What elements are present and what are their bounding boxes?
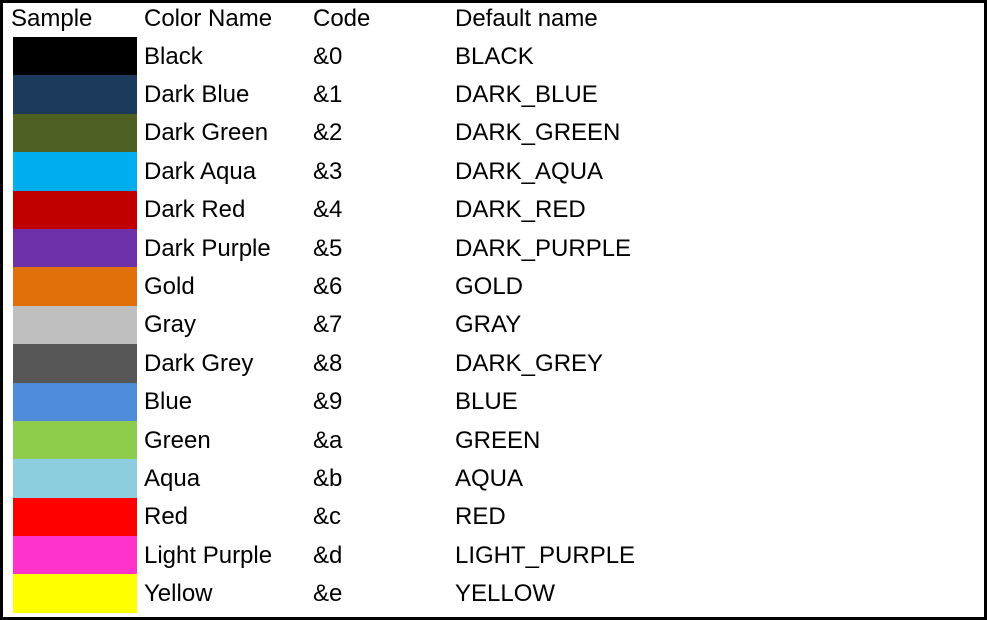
table-row: Dark Purple &5 DARK_PURPLE [3, 228, 984, 268]
color-sample-cell [3, 37, 139, 76]
table-row: Blue &9 BLUE [3, 382, 984, 421]
color-swatch [13, 382, 137, 421]
color-name-cell: Dark Grey [144, 349, 254, 377]
color-code-table: Sample Color Name Code Default name Blac… [3, 3, 984, 613]
column-header-default-name: Default name [455, 5, 598, 32]
color-code-cell: &5 [313, 234, 343, 262]
column-header-code: Code [313, 5, 371, 32]
default-name-cell: DARK_BLUE [455, 80, 598, 108]
default-name-cell: AQUA [455, 464, 524, 492]
default-name-cell: RED [455, 503, 506, 531]
color-swatch [13, 37, 137, 76]
table-body: Black &0 BLACK Dark Blue &1 DARK_BLUE Dark Gre… [3, 37, 984, 613]
color-sample-cell [3, 75, 139, 114]
color-sample-cell [3, 267, 139, 306]
color-sample-cell [3, 228, 139, 268]
color-swatch [13, 75, 137, 114]
color-code-cell: &e [313, 580, 343, 608]
color-name-cell: Dark Purple [144, 234, 271, 262]
table-header: Sample Color Name Code Default name [3, 3, 984, 37]
table-row: Yellow &e YELLOW [3, 574, 984, 613]
default-name-cell: DARK_GREEN [455, 119, 621, 147]
color-name-cell: Dark Blue [144, 80, 250, 108]
table-row: Gold &6 GOLD [3, 267, 984, 306]
color-swatch [13, 113, 137, 153]
color-swatch [13, 420, 137, 460]
table-row: Black &0 BLACK [3, 37, 984, 76]
default-name-cell: BLUE [455, 388, 518, 416]
color-sample-cell [3, 152, 139, 191]
color-swatch [13, 152, 137, 191]
color-name-cell: Red [144, 503, 189, 531]
default-name-cell: BLACK [455, 42, 534, 70]
color-sample-cell [3, 574, 139, 613]
color-sample-cell [3, 420, 139, 460]
color-code-cell: &d [313, 541, 343, 569]
color-code-cell: &c [313, 503, 342, 531]
color-sample-cell [3, 344, 139, 383]
table-row: Gray &7 GRAY [3, 305, 984, 345]
color-swatch [13, 305, 137, 345]
column-header-sample: Sample [11, 5, 93, 32]
color-code-cell: &7 [313, 311, 343, 339]
color-code-cell: &4 [313, 196, 343, 224]
table-header-row: Sample Color Name Code Default name [3, 3, 984, 37]
default-name-cell: DARK_GREY [455, 349, 604, 377]
table-row: Dark Blue &1 DARK_BLUE [3, 75, 984, 114]
color-sample-cell [3, 382, 139, 421]
column-header-color-name: Color Name [144, 5, 273, 32]
color-swatch [13, 228, 137, 268]
color-code-cell: &1 [313, 80, 343, 108]
color-name-cell: Light Purple [144, 541, 273, 569]
table-row: Light Purple &d LIGHT_PURPLE [3, 536, 984, 575]
color-name-cell: Dark Green [144, 119, 269, 147]
color-sample-cell [3, 305, 139, 345]
color-name-cell: Aqua [144, 464, 201, 492]
color-name-cell: Dark Aqua [144, 157, 257, 185]
color-sample-cell [3, 113, 139, 153]
default-name-cell: GOLD [455, 272, 524, 300]
default-name-cell: GRAY [455, 311, 522, 339]
default-name-cell: GREEN [455, 426, 541, 454]
color-code-cell: &9 [313, 388, 343, 416]
color-code-cell: &6 [313, 272, 343, 300]
color-name-cell: Gold [144, 272, 195, 300]
color-sample-cell [3, 459, 139, 498]
table-row: Dark Grey &8 DARK_GREY [3, 344, 984, 383]
color-swatch [13, 536, 137, 575]
color-code-cell: &2 [313, 119, 343, 147]
color-code-cell: &a [313, 426, 343, 454]
default-name-cell: DARK_AQUA [455, 157, 604, 185]
color-swatch [13, 497, 137, 537]
default-name-cell: LIGHT_PURPLE [455, 541, 636, 569]
color-code-cell: &8 [313, 349, 343, 377]
color-name-cell: Dark Red [144, 196, 246, 224]
color-swatch [13, 190, 137, 229]
table-row: Dark Green &2 DARK_GREEN [3, 113, 984, 153]
table-row: Red &c RED [3, 497, 984, 537]
color-name-cell: Blue [144, 388, 193, 416]
color-code-cell: &3 [313, 157, 343, 185]
color-name-cell: Yellow [144, 580, 213, 608]
color-swatch [13, 267, 137, 306]
color-reference-page: Sample Color Name Code Default name Blac… [0, 0, 987, 620]
table-row: Green &a GREEN [3, 420, 984, 460]
color-sample-cell [3, 536, 139, 575]
default-name-cell: YELLOW [455, 580, 556, 608]
color-sample-cell [3, 190, 139, 229]
table-row: Aqua &b AQUA [3, 459, 984, 498]
color-swatch [13, 459, 137, 498]
table-row: Dark Red &4 DARK_RED [3, 190, 984, 229]
color-name-cell: Gray [144, 311, 197, 339]
color-code-cell: &b [313, 464, 343, 492]
color-swatch [13, 344, 137, 383]
default-name-cell: DARK_RED [455, 196, 586, 224]
color-sample-cell [3, 497, 139, 537]
default-name-cell: DARK_PURPLE [455, 234, 632, 262]
color-name-cell: Black [144, 42, 203, 70]
color-code-cell: &0 [313, 42, 343, 70]
table-row: Dark Aqua &3 DARK_AQUA [3, 152, 984, 191]
color-swatch [13, 574, 137, 613]
color-name-cell: Green [144, 426, 211, 454]
